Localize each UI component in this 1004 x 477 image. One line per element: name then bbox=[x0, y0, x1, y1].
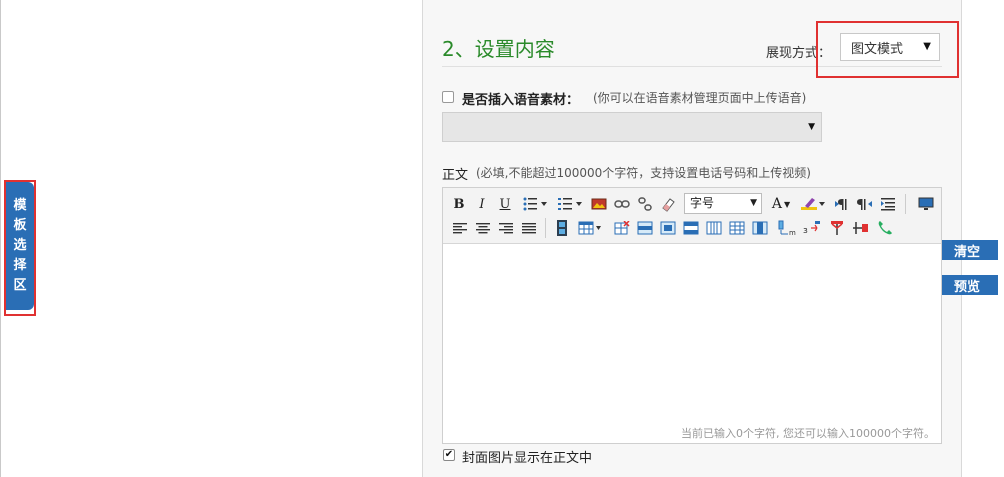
merge-right-icon: з bbox=[803, 221, 820, 236]
insert-video-button[interactable] bbox=[553, 219, 571, 237]
font-color-icon: A bbox=[771, 196, 782, 212]
clear-button[interactable]: 清空 bbox=[942, 240, 998, 260]
left-border bbox=[0, 0, 1, 477]
highlighter-icon bbox=[801, 198, 825, 210]
cover-label: 封面图片显示在正文中 bbox=[462, 451, 593, 466]
body-hint: (必填,不能超过100000个字符，支持设置电话号码和上传视频) bbox=[476, 166, 811, 180]
ordered-list-button[interactable] bbox=[555, 194, 585, 214]
merge-cells-button[interactable]: m bbox=[776, 219, 798, 237]
template-select-tab[interactable]: 模 板 选 择 区 bbox=[6, 182, 34, 310]
display-mode-label: 展现方式： bbox=[766, 46, 832, 61]
preview-button[interactable]: 预览 bbox=[942, 275, 998, 295]
template-tab-char: 区 bbox=[13, 278, 27, 293]
align-justify-button[interactable] bbox=[520, 219, 538, 237]
unlink-button[interactable] bbox=[636, 195, 654, 213]
split-rows-button[interactable] bbox=[851, 219, 871, 237]
underline-button[interactable]: U bbox=[497, 195, 513, 213]
ltr-icon bbox=[835, 199, 847, 210]
insert-image-button[interactable] bbox=[590, 195, 608, 213]
ordered-list-icon bbox=[558, 198, 582, 210]
phone-icon bbox=[878, 221, 892, 235]
italic-button[interactable]: I bbox=[474, 195, 490, 213]
align-center-button[interactable] bbox=[474, 219, 492, 237]
rtl-icon bbox=[857, 199, 872, 210]
insert-column-button[interactable] bbox=[705, 219, 723, 237]
delete-row-button[interactable] bbox=[682, 219, 700, 237]
rich-text-editor: B I U 字号 ▼ A ▼ m з 当前已输入0个字符, 您还可以输入1000… bbox=[442, 187, 942, 444]
link-icon bbox=[614, 200, 630, 208]
display-mode-value: 图文模式 bbox=[851, 41, 904, 57]
title-divider bbox=[442, 66, 942, 67]
align-right-icon bbox=[499, 223, 513, 234]
unordered-list-icon bbox=[523, 197, 547, 211]
voice-label: 是否插入语音素材： bbox=[462, 93, 580, 108]
preview-html-button[interactable] bbox=[917, 195, 935, 213]
unlink-icon bbox=[638, 197, 652, 211]
merge-cells-icon: m bbox=[778, 220, 796, 236]
merge-right-button[interactable]: з bbox=[801, 219, 823, 237]
align-center-icon bbox=[476, 223, 490, 234]
caret-down-icon: ▼ bbox=[923, 41, 931, 52]
font-color-button[interactable]: A ▼ bbox=[768, 194, 794, 214]
row-insert-icon bbox=[637, 221, 653, 235]
cover-checkbox[interactable]: ✔ bbox=[443, 449, 455, 461]
delete-column-button[interactable] bbox=[751, 219, 769, 237]
template-tab-char: 模 bbox=[13, 198, 27, 213]
caret-down-icon: ▼ bbox=[750, 198, 757, 208]
template-tab-char: 择 bbox=[13, 258, 27, 273]
unordered-list-button[interactable] bbox=[520, 194, 550, 214]
font-size-select[interactable]: 字号 ▼ bbox=[684, 193, 762, 214]
section-title: 2、设置内容 bbox=[442, 37, 555, 61]
split-cells-icon bbox=[831, 221, 843, 235]
align-left-icon bbox=[453, 223, 467, 234]
row-delete-icon bbox=[683, 221, 699, 235]
image-icon bbox=[591, 198, 607, 210]
rtl-button[interactable] bbox=[856, 195, 874, 213]
display-mode-select[interactable]: 图文模式 ▼ bbox=[840, 33, 940, 61]
table-delete-icon bbox=[614, 221, 630, 235]
highlight-color-button[interactable] bbox=[799, 194, 827, 214]
indent-icon bbox=[881, 198, 895, 211]
indent-button[interactable] bbox=[879, 195, 897, 213]
column-insert-icon bbox=[729, 221, 745, 235]
insert-row-after-button[interactable] bbox=[659, 219, 677, 237]
toolbar-separator bbox=[545, 218, 546, 238]
align-right-button[interactable] bbox=[497, 219, 515, 237]
voice-checkbox[interactable] bbox=[442, 91, 454, 103]
monitor-icon bbox=[918, 197, 934, 210]
insert-column-after-button[interactable] bbox=[728, 219, 746, 237]
insert-phone-button[interactable] bbox=[876, 219, 894, 237]
bold-button[interactable]: B bbox=[451, 195, 467, 213]
toolbar-separator bbox=[905, 194, 906, 214]
film-icon bbox=[557, 220, 567, 236]
insert-row-before-button[interactable] bbox=[636, 219, 654, 237]
clear-format-button[interactable] bbox=[659, 195, 677, 213]
insert-link-button[interactable] bbox=[613, 195, 631, 213]
caret-down-icon: ▼ bbox=[783, 199, 791, 209]
caret-down-icon: ▼ bbox=[808, 122, 815, 132]
voice-material-select[interactable]: ▼ bbox=[442, 112, 822, 142]
align-justify-icon bbox=[522, 223, 536, 234]
column-delete-icon bbox=[752, 221, 768, 235]
eraser-icon bbox=[662, 198, 675, 212]
template-tab-char: 板 bbox=[13, 218, 27, 233]
split-cells-button[interactable] bbox=[827, 219, 847, 237]
page-root: 模 板 选 择 区 2、设置内容 展现方式： 图文模式 ▼ 是否插入语音素材： … bbox=[0, 0, 1004, 477]
body-label: 正文 bbox=[442, 168, 469, 183]
svg-text:m: m bbox=[789, 229, 796, 236]
ltr-button[interactable] bbox=[833, 195, 851, 213]
row-insert-icon bbox=[660, 221, 676, 235]
align-left-button[interactable] bbox=[451, 219, 469, 237]
voice-hint: (你可以在语音素材管理页面中上传语音) bbox=[593, 91, 807, 105]
svg-text:з: з bbox=[803, 226, 808, 236]
font-size-label: 字号 bbox=[690, 196, 715, 210]
split-rows-icon bbox=[853, 222, 868, 234]
delete-table-button[interactable] bbox=[613, 219, 631, 237]
insert-table-button[interactable] bbox=[577, 219, 603, 237]
editor-char-count: 当前已输入0个字符, 您还可以输入100000个字符。 bbox=[681, 427, 935, 440]
editor-toolbar: B I U 字号 ▼ A ▼ m з bbox=[443, 188, 941, 244]
template-tab-char: 选 bbox=[13, 238, 27, 253]
column-insert-icon bbox=[706, 221, 722, 235]
table-icon bbox=[578, 221, 601, 235]
